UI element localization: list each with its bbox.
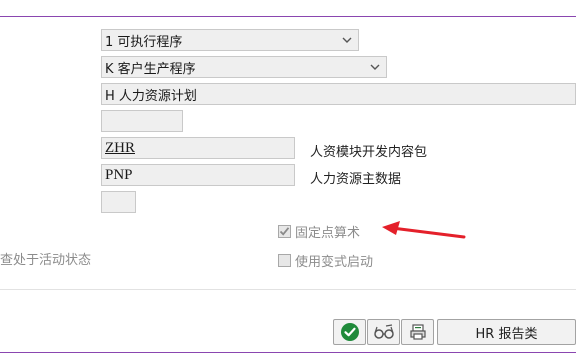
logical-db-description: 人力资源主数据 bbox=[310, 172, 402, 187]
application-field[interactable]: H 人力资源计划 bbox=[101, 83, 576, 105]
bottom-border bbox=[0, 352, 576, 353]
program-type-select[interactable]: 1 可执行程序 bbox=[101, 29, 359, 51]
package-description: 人资模块开发内容包 bbox=[310, 145, 428, 160]
hr-report-class-label: HR 报告类 bbox=[475, 326, 538, 342]
program-type-value: 1 可执行程序 bbox=[105, 34, 183, 50]
top-border bbox=[0, 16, 576, 17]
active-status-text: 查处于活动状态 bbox=[0, 253, 92, 268]
print-button[interactable] bbox=[401, 319, 434, 345]
selection-screen-field[interactable] bbox=[101, 191, 136, 213]
hr-report-class-button[interactable]: HR 报告类 bbox=[437, 319, 576, 345]
chevron-down-icon bbox=[342, 37, 352, 43]
checkmark-icon bbox=[340, 323, 359, 341]
package-value: ZHR bbox=[105, 139, 135, 156]
fixed-point-checkbox-row[interactable]: 固定点算术 bbox=[278, 222, 360, 241]
package-field[interactable]: ZHR bbox=[101, 137, 295, 159]
chevron-down-icon bbox=[370, 64, 380, 70]
glasses-icon bbox=[373, 324, 394, 339]
logical-db-value: PNP bbox=[105, 166, 133, 183]
confirm-button[interactable] bbox=[333, 319, 366, 345]
auth-group-field[interactable] bbox=[101, 110, 183, 132]
logical-db-field[interactable]: PNP bbox=[101, 164, 295, 186]
variant-start-label: 使用变式启动 bbox=[295, 255, 374, 270]
annotation-arrow bbox=[382, 221, 466, 239]
status-value: K 客户生产程序 bbox=[105, 61, 196, 77]
status-select[interactable]: K 客户生产程序 bbox=[101, 56, 387, 78]
application-value: H 人力资源计划 bbox=[105, 88, 197, 104]
separator bbox=[0, 289, 576, 290]
variant-start-checkbox[interactable] bbox=[278, 254, 291, 267]
checkmark-icon bbox=[279, 227, 290, 236]
display-button[interactable] bbox=[367, 319, 400, 345]
fixed-point-checkbox[interactable] bbox=[278, 225, 291, 238]
fixed-point-label: 固定点算术 bbox=[295, 226, 361, 241]
print-icon bbox=[409, 324, 426, 340]
variant-start-checkbox-row[interactable]: 使用变式启动 bbox=[278, 251, 373, 270]
